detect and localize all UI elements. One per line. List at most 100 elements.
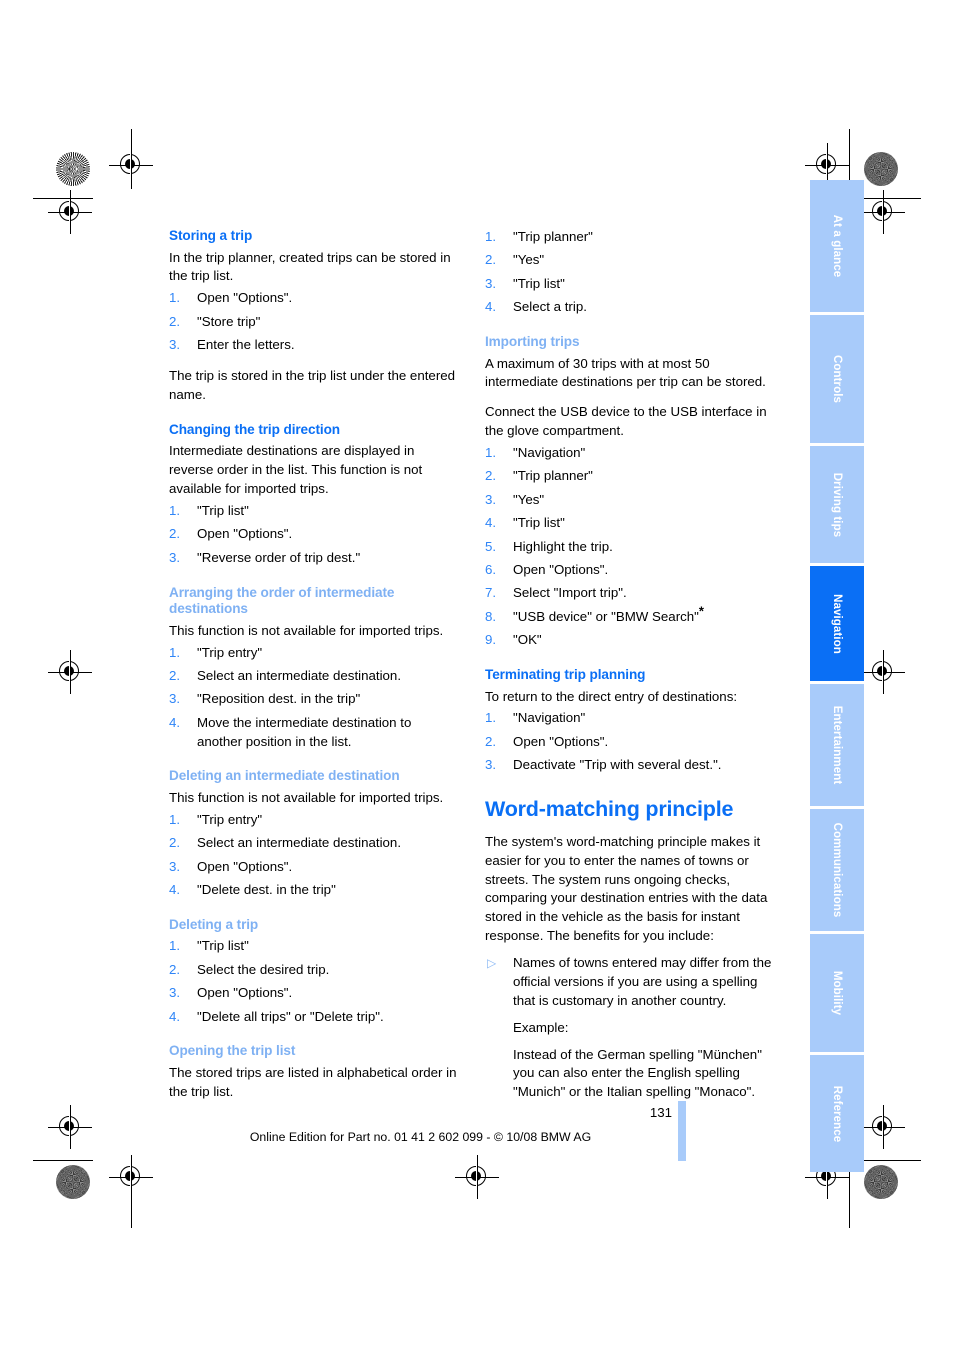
footer-text: Online Edition for Part no. 01 41 2 602 … <box>249 1130 592 1144</box>
list-text: "Trip entry" <box>197 644 263 660</box>
list-item: 3. Open "Options". <box>169 984 459 1003</box>
tab-communications[interactable]: Communications <box>810 809 864 931</box>
list-item: ▷ Names of towns entered may differ from… <box>485 954 775 1011</box>
storing-a-trip-steps: 1. Open "Options". 2. "Store trip" 3. Enter… <box>169 289 459 355</box>
tab-navigation[interactable]: Navigation <box>810 566 864 681</box>
importing-trips-steps: 1. "Navigation" 2. "Trip planner" 3. "Yes" … <box>485 444 775 650</box>
triangle-bullet-icon: ▷ <box>487 956 497 971</box>
list-number: 7. <box>485 585 497 601</box>
halftone-star-top-right <box>864 152 898 186</box>
list-text: Highlight the trip. <box>513 538 613 554</box>
tab-reference[interactable]: Reference <box>810 1055 864 1172</box>
registration-mark-right-upper <box>861 190 905 234</box>
list-number: 3. <box>169 337 181 353</box>
tab-driving-tips[interactable]: Driving tips <box>810 446 864 563</box>
list-text: "Trip list" <box>513 275 565 291</box>
list-text: Enter the letters. <box>197 337 295 353</box>
list-item: 2. Select the desired trip. <box>169 961 459 980</box>
list-text: "Reverse order of trip dest." <box>197 549 361 565</box>
list-number: 4. <box>169 882 181 898</box>
list-number: 8. <box>485 608 497 624</box>
list-item: 3. Open "Options". <box>169 858 459 877</box>
list-number: 2. <box>169 667 181 683</box>
deleting-a-trip-steps: 1. "Trip list" 2. Select the desired trip.… <box>169 937 459 1026</box>
section-terminating-trip-planning: Terminating trip planning To return to t… <box>485 667 775 775</box>
tab-entertainment[interactable]: Entertainment <box>810 684 864 806</box>
manual-page: Storing a trip In the trip planner, crea… <box>0 0 954 1350</box>
tab-label: Controls <box>831 354 843 404</box>
example-text: Instead of the German spelling "München"… <box>513 1046 762 1100</box>
list-text: "Yes" <box>513 252 545 268</box>
section-importing-trips: Importing trips A maximum of 30 trips wi… <box>485 334 775 650</box>
list-item: 2. Open "Options". <box>485 733 775 752</box>
crop-rule-right-bottom-horizontal <box>861 1160 921 1161</box>
list-text: Open "Options". <box>513 561 609 577</box>
list-text: "Trip list" <box>513 515 565 531</box>
list-number: 6. <box>485 561 497 577</box>
footer-accent-bar <box>678 1101 686 1161</box>
list-text: Move the intermediate destination to ano… <box>197 714 412 749</box>
list-number: 1. <box>169 938 181 954</box>
list-number: 3. <box>485 491 497 507</box>
list-number: 3. <box>169 985 181 1001</box>
arranging-order-intro: This function is not available for impor… <box>169 622 444 638</box>
list-text: "Delete all trips" or "Delete trip". <box>197 1008 384 1024</box>
tab-label: Driving tips <box>831 472 843 537</box>
list-number: 1. <box>485 445 497 461</box>
importing-trips-intro-1: A maximum of 30 trips with at most 50 in… <box>485 355 766 390</box>
list-number: 2. <box>485 468 497 484</box>
heading-importing-trips: Importing trips <box>485 334 580 349</box>
list-number: 1. <box>169 290 181 306</box>
list-item: 3. "Trip list" <box>485 275 775 294</box>
list-text: Deactivate "Trip with several dest.". <box>513 757 722 773</box>
registration-mark-left-lower <box>48 1105 92 1149</box>
section-arranging-order: Arranging the order of intermediate dest… <box>169 585 459 752</box>
tab-controls[interactable]: Controls <box>810 315 864 443</box>
list-text: "Store trip" <box>197 313 261 329</box>
list-number: 2. <box>169 961 181 977</box>
halftone-star-bottom-right <box>864 1165 898 1199</box>
list-item: 1. "Trip planner" <box>485 228 775 247</box>
tab-mobility[interactable]: Mobility <box>810 934 864 1052</box>
left-column: Storing a trip In the trip planner, crea… <box>169 228 459 1105</box>
heading-deleting-intermediate-destination: Deleting an intermediate destination <box>169 768 400 784</box>
opening-trip-list-text: The stored trips are listed in alphabeti… <box>169 1065 457 1099</box>
changing-direction-steps: 1. "Trip list" 2. Open "Options". 3. "Rever… <box>169 502 459 568</box>
list-item: 2. Select an intermediate destination. <box>169 834 459 853</box>
list-text: "Delete dest. in the trip" <box>197 882 336 898</box>
heading-storing-a-trip: Storing a trip <box>169 228 253 243</box>
list-number: 2. <box>169 835 181 851</box>
list-number: 9. <box>485 632 497 648</box>
crop-rule-bottom-right-vertical <box>849 1168 850 1228</box>
list-item: 4. "Delete all trips" or "Delete trip". <box>169 1008 459 1027</box>
crop-rule-left-bottom-horizontal <box>33 1160 93 1161</box>
list-text: "Navigation" <box>513 445 586 461</box>
tab-at-a-glance[interactable]: At a glance <box>810 180 864 312</box>
list-text: Open "Options". <box>197 526 293 542</box>
list-text: Select a trip. <box>513 299 587 315</box>
right-column: 1. "Trip planner" 2. "Yes" 3. "Trip list" 4… <box>485 228 775 1102</box>
list-item: 4. "Delete dest. in the trip" <box>169 881 459 900</box>
list-item: 2. "Trip planner" <box>485 467 775 486</box>
section-word-matching-principle: Word-matching principle The system's wor… <box>485 797 775 1102</box>
list-number: 1. <box>485 710 497 726</box>
list-text: "Trip list" <box>197 938 249 954</box>
list-number: 4. <box>169 1008 181 1024</box>
halftone-star-top-left <box>56 152 90 186</box>
list-item: 1. "Trip list" <box>169 502 459 521</box>
list-number: 4. <box>485 299 497 315</box>
list-number: 3. <box>485 757 497 773</box>
list-text: "Yes" <box>513 491 545 507</box>
list-item: 4. Select a trip. <box>485 298 775 317</box>
list-text: "Reposition dest. in the trip" <box>197 691 361 707</box>
list-text: "Trip planner" <box>513 229 593 244</box>
list-item: 1. "Trip list" <box>169 937 459 956</box>
page-number: 131 <box>649 1105 672 1120</box>
list-number: 2. <box>485 252 497 268</box>
heading-deleting-a-trip: Deleting a trip <box>169 916 259 932</box>
list-text: Select "Import trip". <box>513 585 627 601</box>
registration-mark-left-middle <box>48 650 92 694</box>
word-matching-benefits: ▷ Names of towns entered may differ from… <box>485 954 775 1011</box>
list-item: 4. "Trip list" <box>485 514 775 533</box>
list-number: 2. <box>169 526 181 542</box>
